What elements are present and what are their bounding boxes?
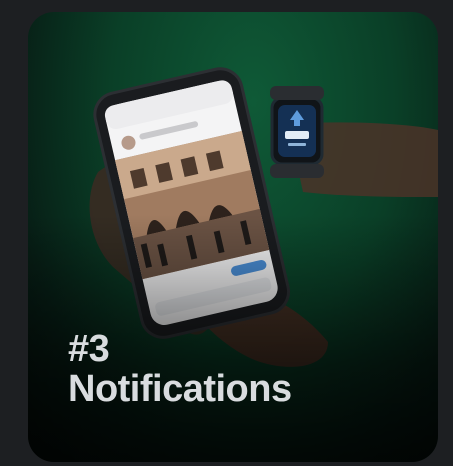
card-number: #3 (68, 328, 110, 370)
notifications-card[interactable]: #3 Notifications (28, 12, 438, 462)
card-title-text: Notifications (68, 367, 292, 410)
card-title: #3 Notifications (68, 328, 292, 410)
page: #3 Notifications (0, 0, 453, 466)
